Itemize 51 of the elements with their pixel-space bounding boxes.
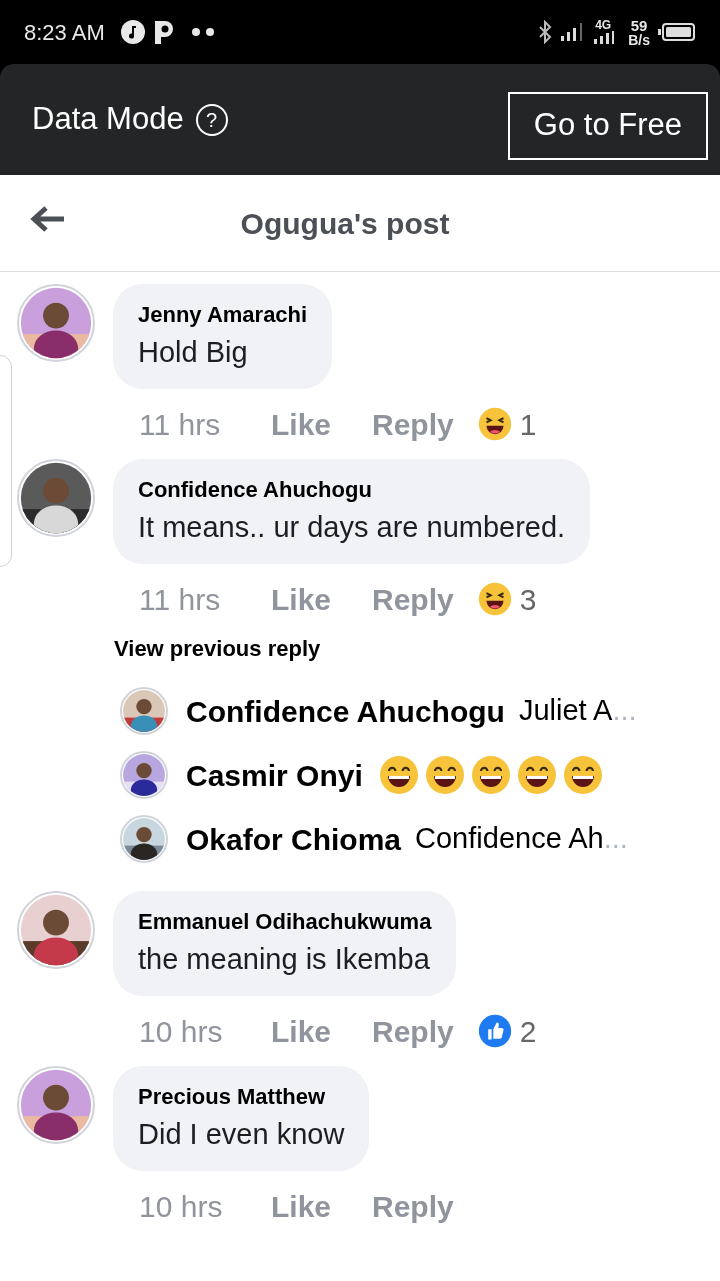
reply-author[interactable]: Okafor Chioma <box>186 816 402 862</box>
comment-time: 10 hrs <box>139 1013 224 1050</box>
comment-time: 11 hrs <box>139 581 222 618</box>
like-link[interactable]: Like <box>271 1183 372 1229</box>
comment-text: Hold Big <box>138 335 249 370</box>
reply-link[interactable]: Reply <box>372 1183 454 1229</box>
view-previous-reply-link[interactable]: View previous reply <box>114 632 720 665</box>
like-link[interactable]: Like <box>271 1008 372 1054</box>
laughing-emoji-icon <box>477 582 512 616</box>
reply-author[interactable]: Confidence Ahuchogu <box>186 688 505 734</box>
speed-value: 59 <box>630 17 648 33</box>
network-type: 4G <box>595 19 612 31</box>
reaction-count[interactable]: 3 <box>519 576 537 622</box>
bluetooth-icon <box>538 20 553 44</box>
comment-text: It means.. ur days are numbered. <box>138 510 566 545</box>
reply-link[interactable]: Reply <box>372 401 454 447</box>
grinning-emoji-icon <box>378 755 419 795</box>
like-link[interactable]: Like <box>271 576 372 622</box>
back-arrow-icon[interactable] <box>30 205 66 233</box>
comment-time: 11 hrs <box>139 406 222 443</box>
like-link[interactable]: Like <box>271 401 372 447</box>
grinning-emoji-icon <box>562 755 603 795</box>
music-note-icon <box>120 20 145 44</box>
help-icon[interactable]: ? <box>195 103 228 136</box>
reply-preview-text: Confidence Ah... <box>415 821 628 857</box>
battery-icon <box>658 22 696 42</box>
comment-author[interactable]: Emmanuel Odihachukwuma <box>138 908 432 936</box>
comment-text: the meaning is Ikemba <box>138 942 431 977</box>
grinning-emoji-icon <box>424 755 465 795</box>
reaction-count[interactable]: 2 <box>519 1008 537 1054</box>
go-to-free-button[interactable]: Go to Free <box>507 91 708 160</box>
p-logo-icon <box>152 19 175 45</box>
grinning-emoji-icon <box>516 755 557 795</box>
data-mode-label: Data Mode <box>32 100 184 139</box>
comment-author[interactable]: Confidence Ahuchogu <box>138 476 566 504</box>
reply-author[interactable]: Casmir Onyi <box>186 752 363 798</box>
speed-unit: B/s <box>628 32 650 47</box>
dots-icon <box>190 27 215 37</box>
page-title: Ogugua's post <box>240 205 450 242</box>
reaction-count[interactable]: 1 <box>519 401 537 447</box>
reply-link[interactable]: Reply <box>372 1008 454 1054</box>
clock: 8:23 AM <box>24 18 105 47</box>
comment-text: Did I even know <box>138 1117 345 1152</box>
comment-time: 10 hrs <box>139 1188 224 1225</box>
laughing-emoji-icon <box>477 407 512 441</box>
reply-link[interactable]: Reply <box>372 576 454 622</box>
reply-preview-text: Juliet A... <box>518 693 637 729</box>
comment-author[interactable]: Jenny Amarachi <box>138 301 308 329</box>
comment-author[interactable]: Precious Matthew <box>138 1083 345 1111</box>
grinning-emoji-icon <box>470 755 511 795</box>
thumbs-up-icon <box>477 1014 512 1048</box>
